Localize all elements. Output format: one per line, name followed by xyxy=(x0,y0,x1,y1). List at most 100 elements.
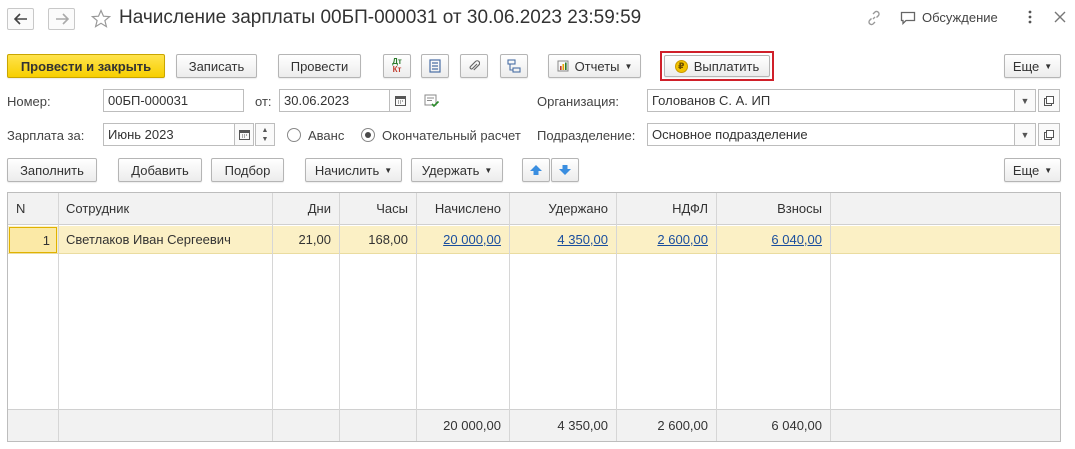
salary-period-field[interactable]: Июнь 2023 xyxy=(103,123,235,146)
column-header-ndfl[interactable]: НДФЛ xyxy=(616,193,716,224)
days-cell[interactable]: 21,00 xyxy=(272,226,339,253)
withheld-cell[interactable]: 4 350,00 xyxy=(509,226,616,253)
more-vertical-icon[interactable] xyxy=(1027,9,1033,25)
table-header: N Сотрудник Дни Часы Начислено Удержано … xyxy=(8,193,1060,225)
calendar-button[interactable] xyxy=(389,89,411,112)
date-field[interactable]: 30.06.2023 xyxy=(279,89,390,112)
division-open-button[interactable] xyxy=(1038,123,1060,146)
column-divider xyxy=(616,193,617,441)
attach-button[interactable] xyxy=(460,54,488,78)
column-divider xyxy=(58,193,59,441)
row-number-cell[interactable]: 1 xyxy=(9,227,57,253)
chevron-down-icon: ▼ xyxy=(484,165,493,175)
organization-open-button[interactable] xyxy=(1038,89,1060,112)
discussion-label: Обсуждение xyxy=(922,10,998,25)
column-header-accrued[interactable]: Начислено xyxy=(416,193,509,224)
accrue-button[interactable]: Начислить ▼ xyxy=(305,158,402,182)
post-button[interactable]: Провести xyxy=(278,54,361,78)
more-button[interactable]: Еще ▼ xyxy=(1004,54,1061,78)
discussion-button[interactable]: Обсуждение xyxy=(900,10,998,25)
total-accrued: 20 000,00 xyxy=(443,418,501,433)
forward-button[interactable] xyxy=(48,8,75,30)
list-icon xyxy=(429,59,441,73)
dt-kt-button[interactable]: Дт Кт xyxy=(383,54,411,78)
save-button[interactable]: Записать xyxy=(176,54,257,78)
employee-cell[interactable]: Светлаков Иван Сергеевич xyxy=(58,226,272,253)
ndfl-cell[interactable]: 2 600,00 xyxy=(616,226,716,253)
arrow-left-icon xyxy=(13,13,27,25)
salary-for-label: Зарплата за: xyxy=(7,128,85,143)
open-form-icon xyxy=(1044,129,1054,140)
period-calendar-button[interactable] xyxy=(234,123,254,146)
paperclip-icon xyxy=(469,60,480,71)
advance-radio[interactable] xyxy=(287,128,301,142)
reports-button[interactable]: Отчеты ▼ xyxy=(548,54,641,78)
payroll-table[interactable]: N Сотрудник Дни Часы Начислено Удержано … xyxy=(7,192,1061,442)
total-withheld: 4 350,00 xyxy=(557,418,608,433)
division-field[interactable]: Основное подразделение xyxy=(647,123,1015,146)
column-header-contributions[interactable]: Взносы xyxy=(716,193,830,224)
chat-icon xyxy=(900,11,916,25)
chevron-down-icon: ▼ xyxy=(1020,129,1030,140)
organization-label: Организация: xyxy=(537,94,620,109)
division-label: Подразделение: xyxy=(537,128,636,143)
move-up-button[interactable] xyxy=(522,158,550,182)
table-row[interactable]: 1 Светлаков Иван Сергеевич 21,00 168,00 … xyxy=(8,226,1060,254)
contributions-link[interactable]: 6 040,00 xyxy=(771,232,822,247)
contributions-cell[interactable]: 6 040,00 xyxy=(716,226,830,253)
chevron-down-icon: ▼ xyxy=(1020,95,1030,106)
final-settlement-radio[interactable] xyxy=(361,128,375,142)
back-button[interactable] xyxy=(7,8,34,30)
move-down-button[interactable] xyxy=(551,158,579,182)
table-totals-row: 20 000,00 4 350,00 2 600,00 6 040,00 xyxy=(8,409,1060,441)
dt-kt-icon: Дт Кт xyxy=(392,57,402,74)
column-divider xyxy=(272,193,273,441)
accrued-link[interactable]: 20 000,00 xyxy=(443,232,501,247)
period-spinner[interactable]: ▲ ▼ xyxy=(255,123,275,146)
link-icon[interactable] xyxy=(866,10,882,26)
advance-label: Аванс xyxy=(308,128,345,143)
chevron-down-icon: ▼ xyxy=(1044,165,1053,175)
arrow-up-icon xyxy=(530,165,542,175)
number-label: Номер: xyxy=(7,94,51,109)
structure-button[interactable] xyxy=(500,54,528,78)
withhold-button[interactable]: Удержать ▼ xyxy=(411,158,503,182)
column-header-withheld[interactable]: Удержано xyxy=(509,193,616,224)
column-divider xyxy=(416,193,417,441)
document-status-icon[interactable] xyxy=(424,94,440,111)
close-icon[interactable] xyxy=(1054,11,1066,23)
add-button[interactable]: Добавить xyxy=(118,158,202,182)
selection-button[interactable]: Подбор xyxy=(211,158,284,182)
number-field[interactable]: 00БП-000031 xyxy=(103,89,244,112)
chevron-down-icon: ▼ xyxy=(384,165,393,175)
chevron-down-icon: ▼ xyxy=(261,135,269,143)
fill-button[interactable]: Заполнить xyxy=(7,158,97,182)
calendar-icon xyxy=(238,130,250,140)
hierarchy-icon xyxy=(507,59,521,73)
table-more-button[interactable]: Еще ▼ xyxy=(1004,158,1061,182)
total-ndfl: 2 600,00 xyxy=(657,418,708,433)
withheld-link[interactable]: 4 350,00 xyxy=(557,232,608,247)
column-header-n[interactable]: N xyxy=(8,193,58,224)
column-header-days[interactable]: Дни xyxy=(272,193,339,224)
chevron-down-icon: ▼ xyxy=(624,61,633,71)
accrued-cell[interactable]: 20 000,00 xyxy=(416,226,509,253)
final-settlement-label: Окончательный расчет xyxy=(382,128,521,143)
post-and-close-button[interactable]: Провести и закрыть xyxy=(7,54,165,78)
page-title: Начисление зарплаты 00БП-000031 от 30.06… xyxy=(119,7,642,28)
ndfl-link[interactable]: 2 600,00 xyxy=(657,232,708,247)
favorite-star-icon[interactable] xyxy=(90,9,112,32)
column-header-hours[interactable]: Часы xyxy=(339,193,416,224)
pay-button[interactable]: ₽ Выплатить xyxy=(664,55,770,77)
column-divider xyxy=(339,193,340,441)
hours-cell[interactable]: 168,00 xyxy=(339,226,416,253)
column-divider xyxy=(716,193,717,441)
column-header-employee[interactable]: Сотрудник xyxy=(58,193,272,224)
division-dropdown-button[interactable]: ▼ xyxy=(1014,123,1036,146)
organization-dropdown-button[interactable]: ▼ xyxy=(1014,89,1036,112)
column-divider xyxy=(509,193,510,441)
organization-field[interactable]: Голованов С. А. ИП xyxy=(647,89,1015,112)
ruble-coin-icon: ₽ xyxy=(674,59,688,73)
chevron-up-icon: ▲ xyxy=(261,126,269,134)
list-button[interactable] xyxy=(421,54,449,78)
